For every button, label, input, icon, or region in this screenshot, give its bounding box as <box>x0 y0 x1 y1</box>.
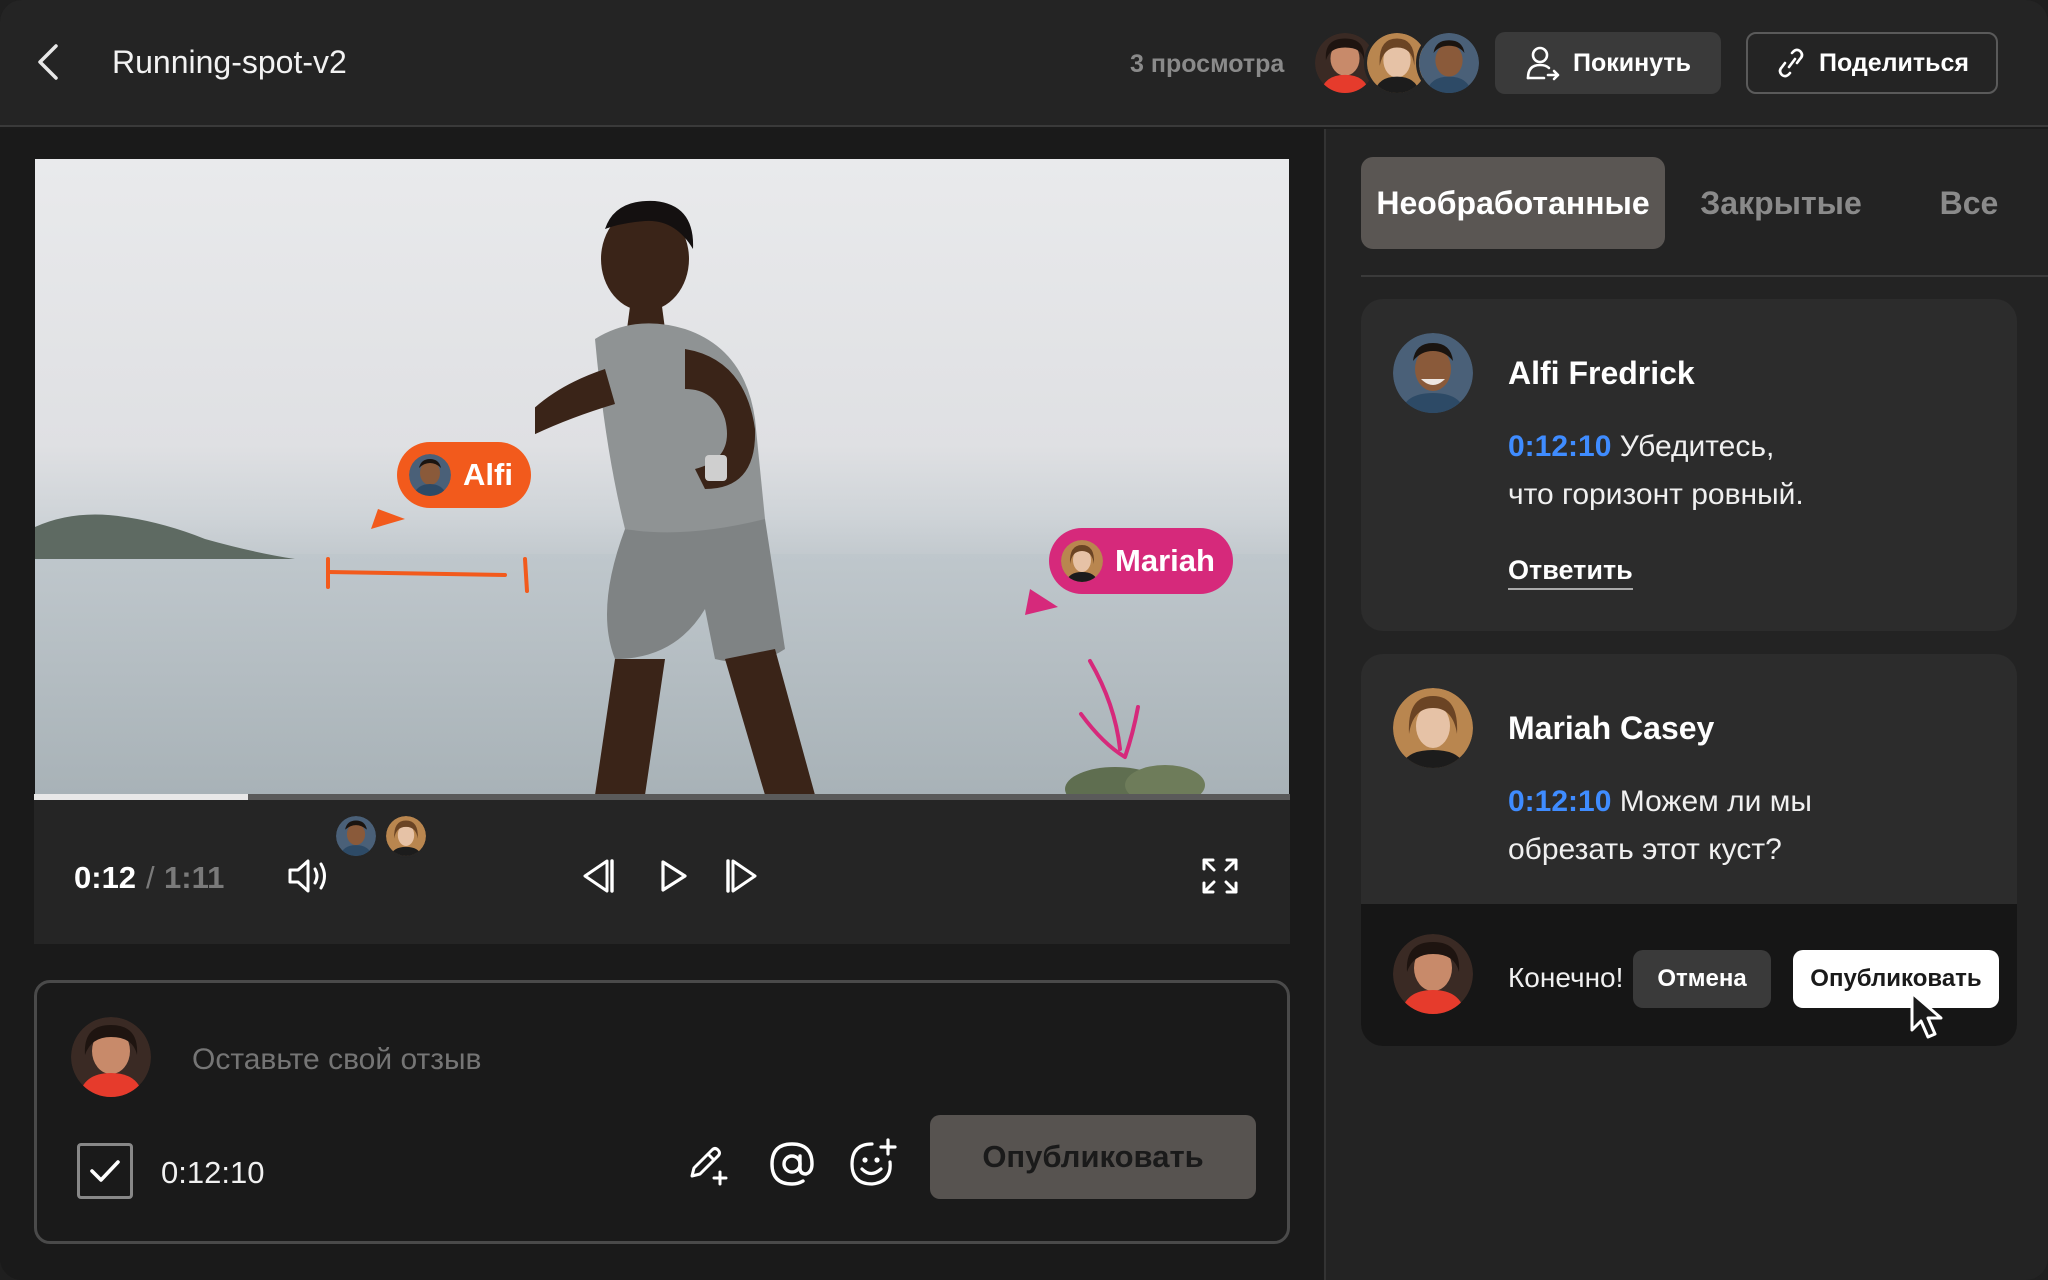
comment-text: 0:12:10 Убедитесь, что горизонт ровный. <box>1508 423 1968 519</box>
draw-annotation-icon[interactable] <box>677 1133 739 1195</box>
current-time: 0:12 <box>74 860 137 895</box>
comment-author: Mariah Casey <box>1508 710 1715 746</box>
composer-timestamp: 0:12:10 <box>161 1155 265 1190</box>
mouse-cursor-icon <box>1910 991 1943 1039</box>
comment-timestamp-link[interactable]: 0:12:10 <box>1508 430 1611 463</box>
reply-link[interactable]: Ответить <box>1508 555 1633 590</box>
player-panel: Alfi Mariah 0:12 / 1:11 Оставьте свой от… <box>0 129 1323 1280</box>
avatar <box>1061 540 1103 582</box>
comment-card: Alfi Fredrick 0:12:10 Убедитесь, что гор… <box>1361 299 2017 631</box>
avatar <box>1393 934 1473 1014</box>
video-frame[interactable]: Alfi Mariah <box>35 159 1289 795</box>
feedback-input[interactable] <box>192 1043 992 1077</box>
annotation-pin-label: Mariah <box>1115 543 1215 578</box>
play-icon[interactable] <box>648 850 700 902</box>
leave-button-label: Покинуть <box>1572 48 1692 77</box>
share-button-label: Поделиться <box>1818 48 1970 77</box>
step-forward-icon[interactable] <box>716 850 768 902</box>
comment-text-line2: что горизонт ровный. <box>1508 478 1804 511</box>
app-window: Running-spot-v2 3 просмотра Покинуть Под… <box>0 0 2048 1280</box>
publish-button[interactable]: Опубликовать <box>930 1115 1256 1199</box>
annotation-pin-label: Alfi <box>463 457 513 492</box>
avatar <box>71 1017 151 1097</box>
player-controls: 0:12 / 1:11 <box>34 800 1290 944</box>
comment-text-line1: Можем ли мы <box>1619 785 1812 818</box>
link-icon <box>1778 48 1804 78</box>
comment-text: 0:12:10 Можем ли мы обрезать этот куст? <box>1508 778 1968 874</box>
fullscreen-icon[interactable] <box>1194 850 1246 902</box>
timestamp-checkbox[interactable] <box>77 1143 133 1199</box>
avatar <box>1393 688 1473 768</box>
step-back-icon[interactable] <box>572 850 624 902</box>
tab-closed[interactable]: Закрытые <box>1689 157 1873 249</box>
avatar <box>1393 333 1473 413</box>
tab-all[interactable]: Все <box>1925 157 2013 249</box>
page-title: Running-spot-v2 <box>112 44 347 80</box>
avatar <box>1416 30 1482 96</box>
annotation-marks <box>326 509 1140 759</box>
user-leave-icon <box>1526 46 1560 81</box>
avatar[interactable] <box>334 814 378 858</box>
total-time: 1:11 <box>164 860 225 895</box>
comment-text-line1: Убедитесь, <box>1619 430 1775 463</box>
time-separator: / <box>146 860 155 895</box>
tab-unresolved[interactable]: Необработанные <box>1361 157 1665 249</box>
volume-icon[interactable] <box>282 850 334 902</box>
comment-card: Mariah Casey 0:12:10 Можем ли мы обрезат… <box>1361 654 2017 1046</box>
publish-reply-button[interactable]: Опубликовать <box>1793 950 1999 1008</box>
back-icon[interactable] <box>28 40 68 84</box>
emoji-add-icon[interactable] <box>841 1133 903 1195</box>
comment-timestamp-link[interactable]: 0:12:10 <box>1508 785 1611 818</box>
reply-input[interactable] <box>1508 962 1638 994</box>
comments-panel: Необработанные Закрытые Все Alfi Fredric… <box>1324 129 2048 1280</box>
annotation-pin-alfi[interactable]: Alfi <box>397 442 531 508</box>
avatar <box>409 454 451 496</box>
comment-tabs: Необработанные Закрытые Все <box>1361 157 2048 277</box>
leave-button[interactable]: Покинуть <box>1495 32 1721 94</box>
share-button[interactable]: Поделиться <box>1746 32 1998 94</box>
viewer-avatars[interactable] <box>1312 30 1482 96</box>
header: Running-spot-v2 3 просмотра Покинуть Под… <box>0 0 2048 127</box>
avatar[interactable] <box>384 814 428 858</box>
view-count: 3 просмотра <box>1130 50 1285 78</box>
checkmark-icon <box>90 1160 120 1182</box>
comment-author: Alfi Fredrick <box>1508 355 1695 391</box>
annotation-pin-mariah[interactable]: Mariah <box>1049 528 1233 594</box>
mention-icon[interactable] <box>761 1133 823 1195</box>
comment-text-line2: обрезать этот куст? <box>1508 833 1782 866</box>
comment-composer: 0:12:10 <box>34 980 1290 1244</box>
cancel-button[interactable]: Отмена <box>1633 950 1771 1008</box>
